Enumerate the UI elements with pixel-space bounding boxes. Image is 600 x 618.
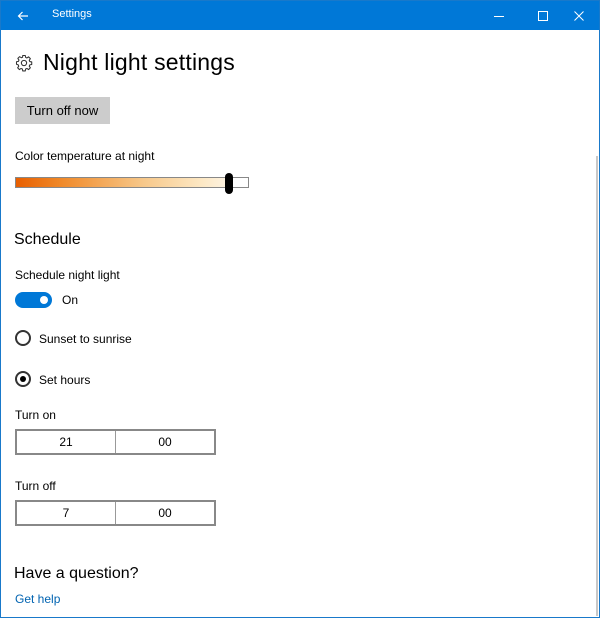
- close-button[interactable]: [559, 1, 599, 30]
- gear-icon: [15, 54, 33, 71]
- window-title: Settings: [52, 8, 92, 20]
- settings-content: Night light settings Turn off now Color …: [1, 30, 599, 617]
- toggle-state-label: On: [62, 293, 79, 307]
- turn-off-time-picker[interactable]: 7 00: [15, 500, 216, 526]
- back-button[interactable]: [1, 1, 45, 30]
- turn-off-minute[interactable]: 00: [115, 502, 214, 524]
- sunset-to-sunrise-radio[interactable]: [15, 330, 31, 346]
- page-title: Night light settings: [43, 49, 235, 75]
- minimize-button[interactable]: [479, 1, 519, 30]
- title-bar: Settings: [1, 1, 599, 30]
- back-arrow-icon: [17, 11, 28, 20]
- turn-on-time-picker[interactable]: 21 00: [15, 429, 216, 455]
- turn-off-label: Turn off: [15, 479, 56, 493]
- page-header: Night light settings: [15, 49, 235, 76]
- turn-off-hour[interactable]: 7: [17, 502, 115, 524]
- radio-selected-dot: [20, 376, 26, 382]
- get-help-link[interactable]: Get help: [15, 592, 60, 606]
- color-temperature-slider-thumb[interactable]: [225, 173, 233, 194]
- minimize-icon: [494, 15, 504, 17]
- turn-on-hour[interactable]: 21: [17, 431, 115, 453]
- set-hours-radio[interactable]: [15, 371, 31, 387]
- settings-window: Settings Night light settings Turn off n…: [0, 0, 600, 618]
- maximize-icon: [538, 10, 548, 21]
- sunset-to-sunrise-label[interactable]: Sunset to sunrise: [39, 332, 132, 346]
- schedule-toggle-label: Schedule night light: [15, 268, 120, 282]
- schedule-heading: Schedule: [14, 231, 81, 248]
- toggle-knob: [40, 296, 48, 304]
- help-heading: Have a question?: [14, 565, 139, 582]
- close-icon: [574, 10, 584, 21]
- set-hours-label[interactable]: Set hours: [39, 373, 90, 387]
- turn-off-now-button[interactable]: Turn off now: [15, 97, 110, 124]
- color-temperature-slider-track[interactable]: [15, 177, 249, 188]
- turn-on-minute[interactable]: 00: [115, 431, 214, 453]
- scrollbar[interactable]: [596, 156, 598, 616]
- turn-on-label: Turn on: [15, 408, 56, 422]
- schedule-night-light-toggle[interactable]: [15, 292, 52, 308]
- maximize-button[interactable]: [523, 1, 563, 30]
- color-temperature-label: Color temperature at night: [15, 149, 155, 163]
